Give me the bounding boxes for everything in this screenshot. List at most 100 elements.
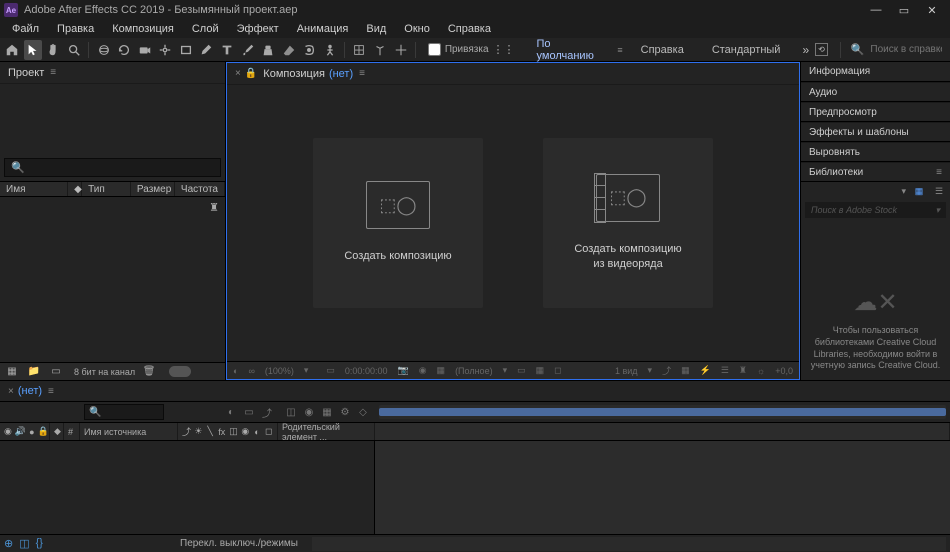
- timeline-navigator[interactable]: [379, 405, 946, 419]
- lock-icon[interactable]: 🔒: [245, 68, 257, 79]
- motion-blur-icon[interactable]: ◉: [301, 405, 317, 419]
- close-button[interactable]: ✕: [918, 1, 946, 19]
- channel-icon[interactable]: ◉: [417, 365, 429, 376]
- maximize-button[interactable]: ▭: [890, 1, 918, 19]
- col-rate[interactable]: Частота: [175, 182, 225, 196]
- project-items-area[interactable]: ♜: [0, 197, 225, 362]
- chevron-down-icon[interactable]: ▾: [935, 205, 940, 216]
- index-header[interactable]: #: [64, 423, 80, 440]
- exposure-icon[interactable]: ☼: [755, 366, 767, 376]
- col-type[interactable]: Тип: [82, 182, 131, 196]
- list-view-icon[interactable]: ☰: [932, 185, 946, 197]
- adjustment-icon[interactable]: ◐: [253, 426, 262, 438]
- flowchart-icon[interactable]: ♜: [209, 201, 219, 214]
- label-header[interactable]: ◆: [50, 423, 64, 440]
- anchor-tool[interactable]: [156, 40, 175, 60]
- create-from-footage-button[interactable]: ⬚◯ Создать композицию из видеоряда: [543, 138, 713, 308]
- toggle-switches-icon[interactable]: ⊕: [4, 537, 13, 550]
- video-icon[interactable]: ◉: [4, 426, 12, 438]
- time-ruler[interactable]: [375, 423, 950, 440]
- camera-tool[interactable]: [135, 40, 154, 60]
- menu-help[interactable]: Справка: [440, 21, 499, 37]
- hide-shy-icon[interactable]: ⤴: [259, 405, 275, 419]
- menu-animation[interactable]: Анимация: [289, 21, 357, 37]
- rectangle-tool[interactable]: [177, 40, 196, 60]
- snapping-checkbox[interactable]: [428, 43, 441, 56]
- grid-view-icon[interactable]: ▦: [912, 185, 926, 197]
- fast-preview-icon[interactable]: ⚡: [698, 365, 713, 376]
- home-tool[interactable]: [3, 40, 22, 60]
- panel-preview[interactable]: Предпросмотр: [801, 102, 950, 122]
- snapshot-icon[interactable]: 📷: [395, 365, 410, 376]
- panel-menu-icon[interactable]: ≡: [50, 67, 56, 78]
- chevron-down-icon[interactable]: ▾: [501, 365, 510, 376]
- comp-tab[interactable]: Композиция (нет): [263, 68, 353, 80]
- panel-info[interactable]: Информация: [801, 62, 950, 82]
- time-display[interactable]: 0:00:00:00: [343, 366, 390, 376]
- toggle-switches-label[interactable]: Перекл. выключ./режимы: [180, 538, 298, 549]
- 3d-view-icon[interactable]: ◻: [552, 365, 563, 376]
- resolution-icon[interactable]: ▭: [324, 365, 337, 376]
- resolution-dropdown[interactable]: (Полное): [453, 366, 495, 376]
- library-search[interactable]: Поиск в Adobe Stock ▾: [805, 202, 946, 218]
- orbit-tool[interactable]: [94, 40, 113, 60]
- snap-options-icon[interactable]: ⋮⋮: [493, 43, 515, 56]
- zoom-tool[interactable]: [65, 40, 84, 60]
- menu-effect[interactable]: Эффект: [229, 21, 287, 37]
- workspace-overflow-icon[interactable]: »: [802, 43, 809, 57]
- bpc-button[interactable]: 8 бит на канал: [74, 367, 135, 377]
- share-icon[interactable]: ⤴: [660, 364, 673, 377]
- puppet-tool[interactable]: [321, 40, 340, 60]
- workspace-default[interactable]: По умолчанию: [523, 38, 614, 62]
- collapse-icon[interactable]: ☀: [194, 426, 203, 438]
- menu-view[interactable]: Вид: [358, 21, 394, 37]
- project-search-input[interactable]: [29, 162, 214, 173]
- draft-3d-icon[interactable]: ▭: [241, 405, 257, 419]
- roi-icon[interactable]: ▭: [515, 365, 528, 376]
- panel-menu-icon[interactable]: ≡: [936, 167, 942, 178]
- shy-icon[interactable]: ⤴: [182, 426, 191, 438]
- project-toggle[interactable]: [169, 366, 191, 377]
- menu-layer[interactable]: Слой: [184, 21, 227, 37]
- clone-tool[interactable]: [259, 40, 278, 60]
- toggle-mask-icon[interactable]: ▦: [435, 365, 448, 376]
- snapping-toggle[interactable]: Привязка ⋮⋮: [428, 43, 515, 56]
- toggle-in-out-icon[interactable]: {}: [36, 537, 43, 550]
- help-search-input[interactable]: [870, 44, 942, 55]
- parent-header[interactable]: Родительский элемент ...: [278, 423, 375, 440]
- source-name-header[interactable]: Имя источника: [80, 423, 178, 440]
- hand-tool[interactable]: [44, 40, 63, 60]
- zoom-dropdown[interactable]: (100%): [263, 366, 296, 376]
- chevron-down-icon[interactable]: ▾: [646, 365, 655, 376]
- col-name[interactable]: Имя: [0, 182, 68, 196]
- text-tool[interactable]: [218, 40, 237, 60]
- eraser-tool[interactable]: [280, 40, 299, 60]
- tab-close-icon[interactable]: ×: [235, 68, 241, 79]
- help-search[interactable]: 🔍: [845, 43, 948, 56]
- new-comp-icon[interactable]: ▭: [48, 365, 64, 379]
- panel-menu-icon[interactable]: ≡: [48, 386, 54, 397]
- selection-tool[interactable]: [24, 40, 43, 60]
- auto-keyframe-icon[interactable]: ◇: [355, 405, 371, 419]
- workspace-help[interactable]: Справка: [627, 44, 698, 56]
- lock-icon[interactable]: 🔒: [38, 426, 49, 438]
- quality-icon[interactable]: ╲: [206, 426, 215, 438]
- timeline-zoom-slider[interactable]: [312, 537, 946, 551]
- timeline-layers-area[interactable]: [0, 441, 375, 534]
- always-preview-icon[interactable]: ◐: [231, 366, 240, 376]
- workspace-menu-icon[interactable]: ≡: [613, 45, 626, 55]
- minimize-button[interactable]: —: [862, 1, 890, 19]
- menu-window[interactable]: Окно: [396, 21, 438, 37]
- create-composition-button[interactable]: ⬚◯ Создать композицию: [313, 138, 483, 308]
- 3d-layer-icon[interactable]: ◻: [264, 426, 273, 438]
- frame-blend-icon[interactable]: ◫: [229, 426, 238, 438]
- brush-tool[interactable]: [238, 40, 257, 60]
- frame-blend-icon[interactable]: ◫: [283, 405, 299, 419]
- panel-libraries[interactable]: Библиотеки ≡: [801, 162, 950, 182]
- brainstorm-icon[interactable]: ⚙: [337, 405, 353, 419]
- rotate-tool[interactable]: [115, 40, 134, 60]
- interpret-footage-icon[interactable]: ▦: [4, 365, 20, 379]
- timeline-graph-area[interactable]: ◀▶: [375, 441, 950, 534]
- timeline-search[interactable]: 🔍: [84, 404, 164, 420]
- new-folder-icon[interactable]: 📁: [26, 365, 42, 379]
